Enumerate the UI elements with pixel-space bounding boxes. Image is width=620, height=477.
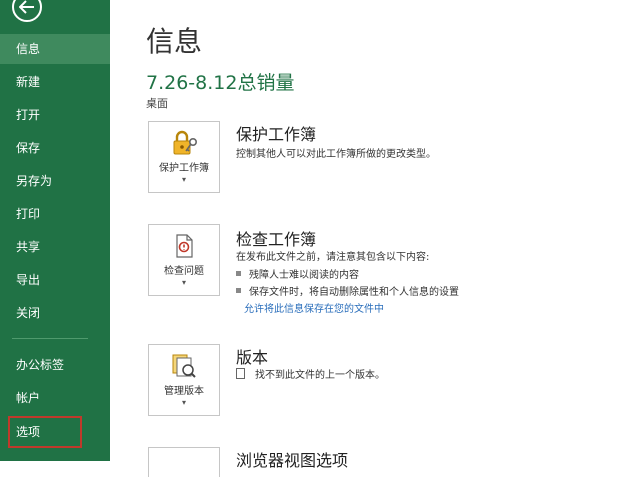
- nav-item-save[interactable]: 保存: [0, 133, 110, 163]
- protect-workbook-button[interactable]: 保护工作簿 ▾: [148, 121, 220, 193]
- nav-divider: [12, 338, 88, 339]
- tile-label: 保护工作簿: [159, 163, 209, 174]
- list-item: 保存文件时，将自动删除属性和个人信息的设置: [236, 283, 459, 298]
- tile-label: 管理版本: [164, 386, 204, 397]
- bullet-icon: [236, 288, 241, 293]
- manage-versions-button[interactable]: 管理版本 ▾: [148, 344, 220, 416]
- nav-item-export[interactable]: 导出: [0, 265, 110, 295]
- list-item: 残障人士难以阅读的内容: [236, 266, 359, 281]
- section-description: 控制其他人可以对此工作簿所做的更改类型。: [236, 149, 436, 160]
- info-panel: 信息 7.26-8.12总销量 桌面 保护工作簿 ▾ 保护工作簿 控制其他人可以…: [110, 0, 620, 477]
- section-title: 保护工作簿: [236, 125, 317, 144]
- document-name: 7.26-8.12总销量: [146, 72, 295, 94]
- nav-item-office-tab[interactable]: 办公标签: [0, 350, 110, 380]
- nav-item-print[interactable]: 打印: [0, 199, 110, 229]
- browser-view-section: 浏览器视图选项: [148, 447, 608, 477]
- protect-workbook-section: 保护工作簿 ▾ 保护工作簿 控制其他人可以对此工作簿所做的更改类型。: [148, 121, 608, 201]
- bullet-icon: [236, 271, 241, 276]
- versions-status: 找不到此文件的上一个版本。: [236, 366, 385, 381]
- version-history-icon: [172, 354, 196, 378]
- nav-item-close[interactable]: 关闭: [0, 298, 110, 328]
- lock-key-icon: [173, 130, 197, 155]
- back-arrow-icon: [19, 0, 34, 14]
- tile-label: 检查问题: [164, 266, 204, 277]
- allow-save-info-link[interactable]: 允许将此信息保存在您的文件中: [244, 300, 384, 315]
- section-description: 在发布此文件之前，请注意其包含以下内容:: [236, 252, 430, 263]
- versions-section: 管理版本 ▾ 版本 找不到此文件的上一个版本。: [148, 344, 608, 424]
- nav-item-save-as[interactable]: 另存为: [0, 166, 110, 196]
- back-button[interactable]: [12, 0, 42, 22]
- section-title: 浏览器视图选项: [236, 451, 349, 470]
- nav-item-options[interactable]: 选项: [8, 416, 82, 448]
- browser-view-options-button[interactable]: [148, 447, 220, 477]
- backstage-sidebar: 信息 新建 打开 保存 另存为 打印 共享 导出 关闭 办公标签 帐户 选项: [0, 0, 110, 461]
- nav-item-account[interactable]: 帐户: [0, 383, 110, 413]
- document-icon: [236, 368, 245, 379]
- nav-item-new[interactable]: 新建: [0, 67, 110, 97]
- check-issues-button[interactable]: 检查问题 ▾: [148, 224, 220, 296]
- chevron-down-icon: ▾: [181, 278, 186, 287]
- page-title: 信息: [146, 25, 203, 58]
- inspect-workbook-section: 检查问题 ▾ 检查工作簿 在发布此文件之前，请注意其包含以下内容: 残障人士难以…: [148, 224, 608, 315]
- chevron-down-icon: ▾: [181, 175, 186, 184]
- section-title: 版本: [236, 348, 269, 367]
- nav-item-open[interactable]: 打开: [0, 100, 110, 130]
- document-location: 桌面: [146, 97, 168, 110]
- nav-item-share[interactable]: 共享: [0, 232, 110, 262]
- nav-item-info[interactable]: 信息: [0, 34, 110, 64]
- section-title: 检查工作簿: [236, 230, 317, 249]
- chevron-down-icon: ▾: [181, 398, 186, 407]
- document-check-icon: [176, 234, 193, 258]
